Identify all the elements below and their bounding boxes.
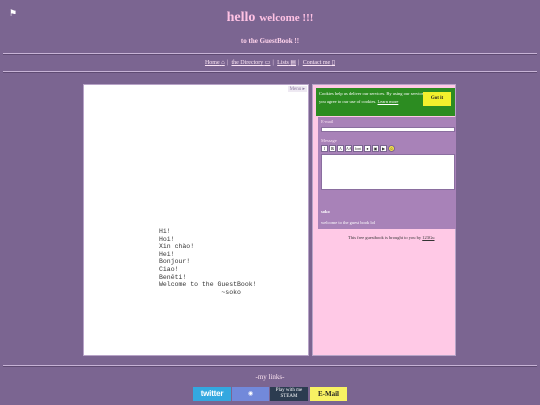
nav-directory-label: the Directory	[231, 60, 264, 66]
link-badges: twitter ◉ Play with me STEAM E-Mail	[0, 387, 540, 401]
menu-button[interactable]: Menu ▸	[287, 86, 307, 92]
font-size-button[interactable]: AA	[345, 145, 352, 152]
entry-author: soko	[321, 209, 330, 214]
image-icon[interactable]: ▣	[372, 145, 379, 152]
nav-home-link[interactable]: Home ⌂	[205, 60, 225, 66]
discord-icon: ◉	[247, 391, 254, 397]
title-hello: hello	[226, 10, 256, 25]
nav-separator: |	[272, 60, 274, 66]
italic-button[interactable]: I	[321, 145, 328, 152]
font-button[interactable]: font	[353, 145, 363, 152]
greeting-text: Hi! Hoi! Xin chào! Hei! Bonjour! Ciao! B…	[159, 228, 257, 296]
link-icon[interactable]: ●	[364, 145, 371, 152]
nav-contact-label: Contact me	[302, 60, 331, 66]
phone-icon: ▯	[331, 60, 336, 66]
nav-lists-label: Lists	[277, 60, 289, 66]
guestbook-panel: Cookies help us deliver our services. By…	[312, 84, 456, 356]
format-toolbar: I B A AA font ● ▣ ▶ ☺	[321, 145, 395, 152]
greeting-panel: Menu ▸ Hi! Hoi! Xin chào! Hei! Bonjour! …	[83, 84, 309, 356]
divider	[3, 71, 537, 73]
page-subtitle: to the GuestBook !!	[240, 37, 300, 45]
message-field[interactable]	[321, 154, 455, 190]
home-icon: ⌂	[221, 60, 225, 66]
navigation: Home ⌂ | the Directory ▭ | Lists ▤ | Contac…	[0, 59, 540, 66]
credit-link[interactable]: 123Gu	[422, 235, 434, 240]
list-icon: ▤	[290, 60, 296, 66]
nav-lists-link[interactable]: Lists ▤	[277, 60, 296, 66]
learn-more-link[interactable]: Learn more	[377, 99, 398, 104]
divider	[3, 53, 537, 55]
video-icon[interactable]: ▶	[380, 145, 387, 152]
message-label: Message	[321, 138, 337, 143]
folder-icon: ▭	[264, 60, 271, 66]
entry-text: welcome to the guest book lol	[321, 220, 376, 225]
page-title: hello welcome !!!	[0, 8, 540, 26]
bold-button[interactable]: B	[329, 145, 336, 152]
discord-badge[interactable]: ◉	[232, 387, 269, 401]
cookie-text: Cookies help us deliver our services. By…	[319, 91, 427, 104]
title-welcome: welcome !!!	[259, 12, 314, 24]
twitter-badge[interactable]: twitter	[193, 387, 231, 401]
divider	[3, 365, 537, 367]
got-it-button[interactable]: Got it	[423, 92, 451, 106]
email-label: E-mail	[321, 119, 334, 124]
guestbook-entry: soko welcome to the guest book lol	[318, 206, 456, 229]
my-links-label: -my links-	[255, 373, 285, 381]
nav-separator: |	[298, 60, 300, 66]
cookie-banner: Cookies help us deliver our services. By…	[316, 88, 455, 116]
text-color-button[interactable]: A	[337, 145, 344, 152]
nav-directory-link[interactable]: the Directory ▭	[231, 60, 270, 66]
credit-line: This free guestbook is brought to you by…	[348, 235, 435, 240]
smiley-icon[interactable]: ☺	[388, 145, 395, 152]
nav-contact-link[interactable]: Contact me ▯	[303, 60, 335, 66]
nav-home-label: Home	[204, 60, 220, 66]
email-badge[interactable]: E-Mail	[310, 387, 347, 401]
credit-text: This free guestbook is brought to you by	[348, 235, 422, 240]
steam-badge[interactable]: Play with me STEAM	[270, 387, 308, 401]
nav-separator: |	[226, 60, 228, 66]
email-field[interactable]	[321, 127, 455, 132]
